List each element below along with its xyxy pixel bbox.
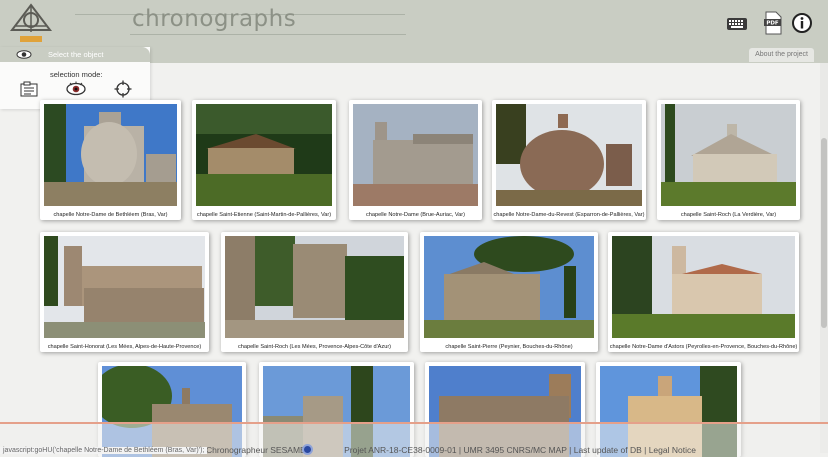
logo-icon xyxy=(9,3,53,42)
chapel-card[interactable]: chapelle Notre-Dame d'Astors (Peyrolles-… xyxy=(608,232,799,352)
pdf-icon[interactable]: PDF xyxy=(762,11,784,35)
footer-text-left: Chronographeur SESAMES xyxy=(206,445,312,455)
chapel-photo xyxy=(424,236,594,338)
select-object-header[interactable]: Select the object xyxy=(0,47,150,62)
chapel-photo xyxy=(612,236,795,338)
chapel-card[interactable]: chapelle Notre-Dame (Brue-Auriac, Var) xyxy=(349,100,482,220)
chapel-caption: chapelle Notre-Dame d'Astors (Peyrolles-… xyxy=(609,344,798,350)
scrollbar[interactable] xyxy=(820,63,828,453)
chapel-photo xyxy=(353,104,478,206)
chapel-card[interactable]: chapelle Notre-Dame-du-Revest (Esparron-… xyxy=(492,100,646,220)
logo[interactable] xyxy=(6,2,56,46)
svg-text:PDF: PDF xyxy=(766,21,779,27)
sesames-logo-icon[interactable] xyxy=(302,444,313,455)
chapel-photo xyxy=(225,236,404,338)
chapel-photo xyxy=(44,236,205,338)
footer-text: Chronographeur SESAMES Projet ANR-18-CE3… xyxy=(206,445,696,455)
about-project-tab[interactable]: About the project xyxy=(749,48,814,62)
chapel-photo xyxy=(44,104,177,206)
chapel-card[interactable]: chapelle Saint-Roch (La Verdière, Var) xyxy=(657,100,800,220)
header xyxy=(0,0,828,47)
chapel-card[interactable]: chapelle Saint-Honorat (Les Mées, Alpes-… xyxy=(40,232,209,352)
chapel-card[interactable]: chapelle Saint-Roch (Les Mées, Provence-… xyxy=(221,232,408,352)
selection-mode-label: selection mode: xyxy=(50,70,103,79)
status-bar-url: javascript:goHU('chapelle Notre-Dame de … xyxy=(0,447,208,454)
chapel-caption: chapelle Saint-Pierre (Peynier, Bouches-… xyxy=(445,344,573,350)
list-icon xyxy=(20,81,38,97)
chapel-caption: chapelle Saint-Roch (La Verdière, Var) xyxy=(680,212,777,218)
scrollbar-thumb[interactable] xyxy=(821,138,827,328)
chapel-card[interactable]: chapelle Saint-Étienne (Saint-Martin-de-… xyxy=(192,100,336,220)
keyboard-icon[interactable] xyxy=(726,13,748,35)
target-mode-button[interactable] xyxy=(112,80,134,98)
chapel-photo xyxy=(196,104,332,206)
chapel-caption: chapelle Saint-Roch (Les Mées, Provence-… xyxy=(237,344,392,350)
chapel-card[interactable]: chapelle Notre-Dame de Bethléem (Bras, V… xyxy=(40,100,181,220)
chapel-photo xyxy=(661,104,796,206)
chapel-caption: chapelle Saint-Étienne (Saint-Martin-de-… xyxy=(196,212,332,218)
eye-icon xyxy=(66,81,86,96)
eye-icon xyxy=(16,50,32,59)
chapel-caption: chapelle Notre-Dame de Bethléem (Bras, V… xyxy=(53,212,168,218)
app-title: chronographs xyxy=(132,6,297,32)
chapel-caption: chapelle Notre-Dame (Brue-Auriac, Var) xyxy=(365,212,466,218)
chapel-caption: chapelle Saint-Honorat (Les Mées, Alpes-… xyxy=(47,344,202,350)
header-decor-line xyxy=(130,34,406,35)
chapel-photo xyxy=(496,104,642,206)
select-object-title: Select the object xyxy=(48,50,104,59)
footer-text-right[interactable]: Projet ANR-18-CE38-0009-01 | UMR 3495 CN… xyxy=(344,445,696,455)
eye-mode-button[interactable] xyxy=(65,80,87,98)
chapel-card[interactable]: chapelle Saint-Pierre (Peynier, Bouches-… xyxy=(420,232,598,352)
info-icon[interactable] xyxy=(791,12,813,34)
list-mode-button[interactable] xyxy=(19,80,41,98)
chapel-caption: chapelle Notre-Dame-du-Revest (Esparron-… xyxy=(493,212,645,218)
target-icon xyxy=(114,80,132,98)
